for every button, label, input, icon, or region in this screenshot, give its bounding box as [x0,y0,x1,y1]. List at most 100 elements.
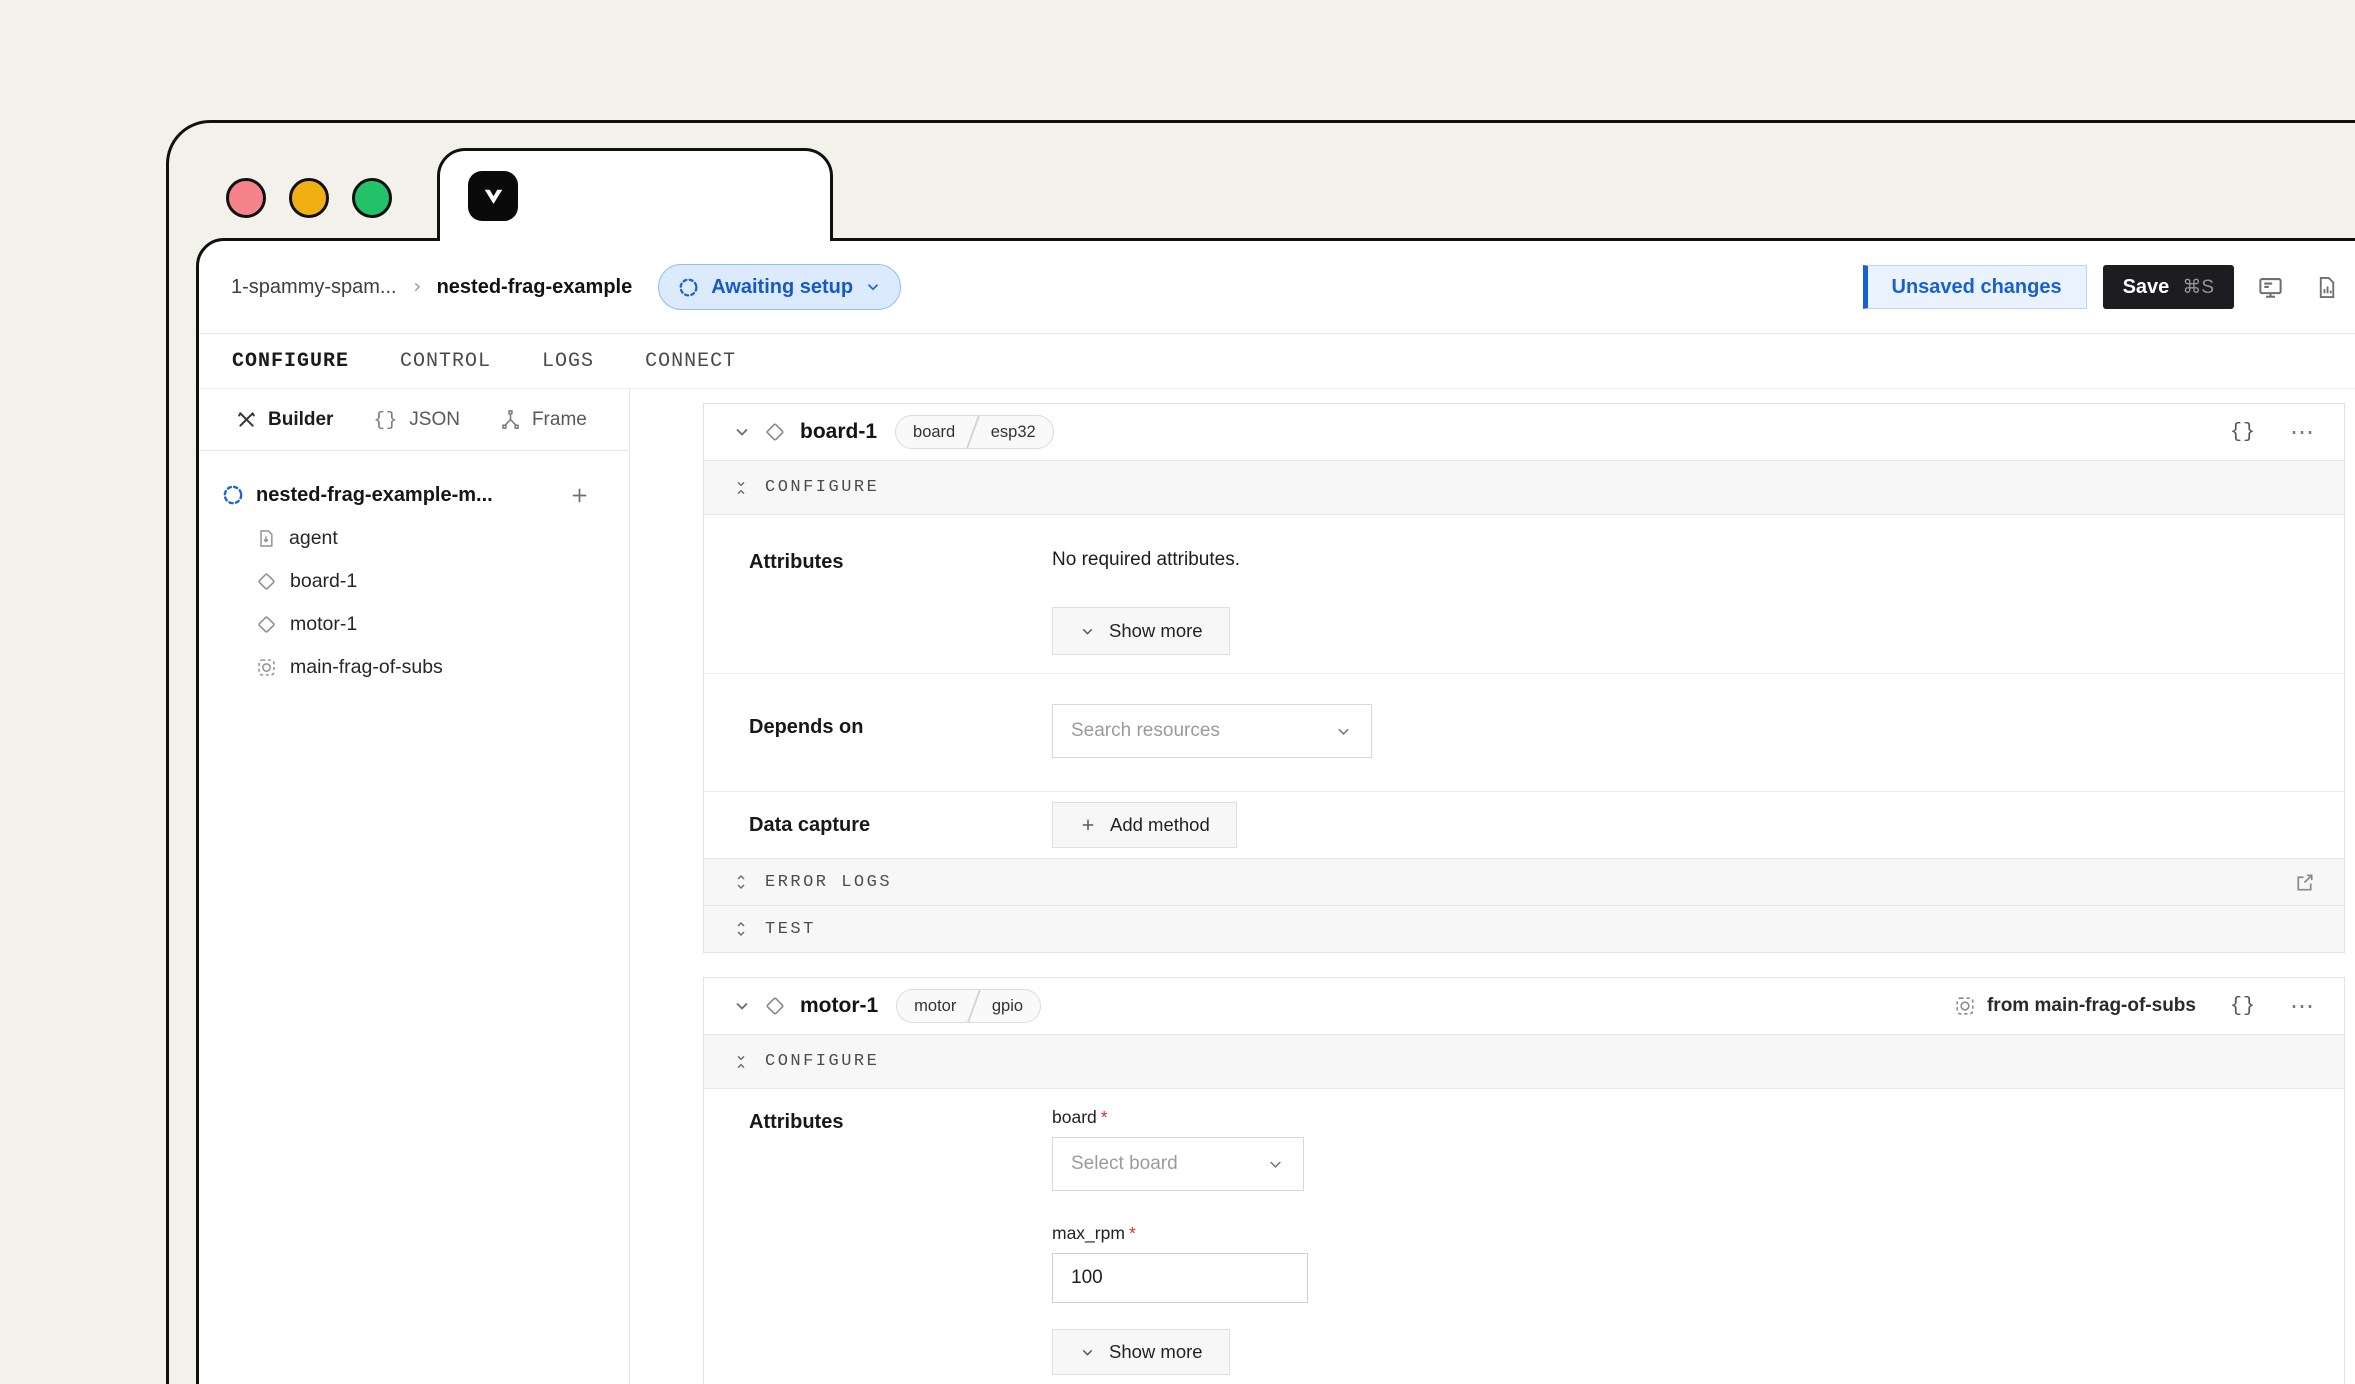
resource-card-board-1: board-1 board esp32 {} ⋯ [703,403,2345,953]
mode-builder[interactable]: Builder [236,409,333,431]
close-window-button[interactable] [226,178,266,218]
attributes-row: Attributes board* Select board [704,1089,2344,1384]
chevron-down-icon [1079,623,1096,640]
collapse-card-chevron[interactable] [732,422,752,442]
card-more-button[interactable]: ⋯ [2290,992,2316,1021]
mode-json[interactable]: {} JSON [373,409,460,431]
chevron-right-icon [410,280,424,294]
tree-item-label: board-1 [290,570,357,593]
show-more-label: Show more [1109,1341,1203,1363]
machine-terminal-icon[interactable] [2250,267,2290,307]
tools-icon [236,409,257,430]
resource-type-tags: motor gpio [896,989,1041,1023]
max-rpm-input[interactable] [1052,1253,1308,1303]
error-logs-section-bar[interactable]: ERROR LOGS [704,858,2344,905]
open-external-icon[interactable] [2293,871,2316,894]
show-more-button[interactable]: Show more [1052,607,1230,655]
fragment-source: from main-frag-of-subs [1954,995,2196,1017]
resource-card-motor-1: motor-1 motor gpio from main-frag- [703,977,2345,1384]
chevron-down-icon [1334,722,1353,741]
awaiting-spinner-icon [677,276,700,299]
field-name: board [1052,1107,1097,1127]
expand-vertical-icon [732,920,750,938]
collapse-vertical-icon [732,1053,750,1071]
tab-logs[interactable]: LOGS [542,350,594,373]
machine-status-dropdown[interactable]: Awaiting setup [658,264,901,310]
machine-name: nested-frag-example [437,276,633,299]
tree-item-motor-1[interactable]: motor-1 [199,603,629,646]
diamond-icon [256,614,277,635]
diamond-icon [256,571,277,592]
mode-frame-label: Frame [532,409,587,431]
unsaved-changes-badge: Unsaved changes [1863,265,2087,309]
tag-type: motor [897,997,973,1016]
app-header: 1-spammy-spam... nested-frag-example Awa… [199,241,2355,334]
card-more-button[interactable]: ⋯ [2290,418,2316,447]
header-actions: Unsaved changes Save ⌘S ⋯ [1863,265,2355,309]
board-select[interactable]: Select board [1052,1137,1304,1191]
tag-model: esp32 [974,423,1053,442]
breadcrumb-parent[interactable]: 1-spammy-spam... [231,276,397,299]
tree-root-machine[interactable]: nested-frag-example-m... [199,473,629,517]
tag-type: board [896,423,972,442]
browser-tab[interactable] [437,148,833,241]
frame-axes-icon [500,409,521,430]
section-label: ERROR LOGS [765,873,892,892]
data-capture-label: Data capture [749,814,1052,837]
fragment-source-label: from main-frag-of-subs [1987,995,2196,1017]
app-window: 1-spammy-spam... nested-frag-example Awa… [196,238,2355,1384]
max-rpm-field-label: max_rpm* [1052,1223,1136,1244]
tree-item-board-1[interactable]: board-1 [199,560,629,603]
resource-tree: nested-frag-example-m... agent [199,451,629,689]
traffic-lights [226,178,392,218]
tab-configure[interactable]: CONFIGURE [232,350,349,373]
resource-type-tags: board esp32 [895,415,1054,449]
card-header: motor-1 motor gpio from main-frag- [704,978,2344,1034]
configure-section-bar[interactable]: CONFIGURE [704,460,2344,515]
add-method-label: Add method [1110,814,1210,836]
add-method-button[interactable]: Add method [1052,802,1237,848]
chevron-down-icon [1079,1344,1096,1361]
tab-connect[interactable]: CONNECT [645,350,736,373]
tag-model: gpio [975,997,1040,1016]
machine-report-icon[interactable] [2306,267,2346,307]
minimize-window-button[interactable] [289,178,329,218]
agent-doc-icon [256,528,276,549]
viam-logo-icon [468,171,518,221]
machine-nav-tabs: CONFIGURE CONTROL LOGS CONNECT [199,334,2355,389]
select-placeholder: Search resources [1071,720,1334,742]
ellipsis-icon: ⋯ [2290,418,2316,447]
edit-json-icon[interactable]: {} [2230,995,2256,1018]
no-required-attributes-note: No required attributes. [1052,549,1240,571]
card-title: motor-1 [800,994,878,1018]
diamond-icon [764,995,786,1017]
zoom-window-button[interactable] [352,178,392,218]
tree-item-agent[interactable]: agent [199,517,629,560]
test-section-bar[interactable]: TEST [704,905,2344,952]
collapse-vertical-icon [732,479,750,497]
card-title: board-1 [800,420,877,444]
attributes-label: Attributes [749,1107,1052,1375]
section-label: CONFIGURE [765,1052,879,1071]
tree-item-label: motor-1 [290,613,357,636]
machine-part-icon [221,483,245,507]
configure-canvas: board-1 board esp32 {} ⋯ [630,389,2355,1384]
add-resource-button[interactable] [568,484,591,507]
depends-on-select[interactable]: Search resources [1052,704,1372,758]
depends-on-label: Depends on [749,704,1052,739]
collapse-card-chevron[interactable] [732,996,752,1016]
configure-section-bar[interactable]: CONFIGURE [704,1034,2344,1089]
tab-control[interactable]: CONTROL [400,350,491,373]
tree-root-label: nested-frag-example-m... [256,484,557,507]
edit-json-icon[interactable]: {} [2230,421,2256,444]
save-button[interactable]: Save ⌘S [2103,265,2234,309]
attributes-label: Attributes [749,549,1052,655]
save-label: Save [2123,276,2170,299]
fragment-icon [256,657,277,678]
show-more-button[interactable]: Show more [1052,1329,1230,1375]
section-label: CONFIGURE [765,478,879,497]
mode-frame[interactable]: Frame [500,409,587,431]
field-name: max_rpm [1052,1223,1125,1243]
chevron-down-icon [864,278,882,296]
tree-item-main-frag-of-subs[interactable]: main-frag-of-subs [199,646,629,689]
